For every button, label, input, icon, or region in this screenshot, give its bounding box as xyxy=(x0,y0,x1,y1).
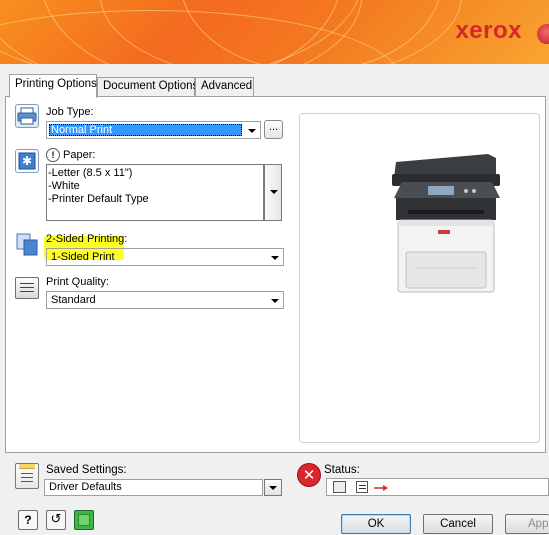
tab-label: Printing Options xyxy=(15,78,97,90)
job-type-label: Job Type: xyxy=(46,106,94,118)
paper-color-line: -White xyxy=(48,180,80,192)
paper-size-line: -Letter (8.5 x 11") xyxy=(48,167,133,179)
apply-button[interactable]: Apply xyxy=(505,514,549,534)
refresh-icon: ↺ xyxy=(50,512,62,527)
status-label: Status: xyxy=(324,464,360,476)
printer-image xyxy=(392,154,500,293)
restore-defaults-button[interactable]: ↺ xyxy=(46,510,66,530)
help-button[interactable]: ? xyxy=(18,510,38,530)
printer-status-icon xyxy=(333,481,346,493)
job-type-value: Normal Print xyxy=(51,124,113,136)
red-arrow-icon xyxy=(374,483,388,491)
print-quality-label: Print Quality: xyxy=(46,276,109,288)
tab-document-options[interactable]: Document Options xyxy=(97,77,199,97)
status-box[interactable] xyxy=(326,478,549,496)
chevron-down-icon xyxy=(271,256,279,260)
print-quality-icon xyxy=(15,277,39,299)
paper-label: Paper: xyxy=(63,149,96,161)
chevron-down-icon xyxy=(269,486,277,490)
paper-dropdown-button[interactable] xyxy=(264,164,282,221)
leaf-icon xyxy=(78,514,90,526)
saved-settings-value: Driver Defaults xyxy=(49,481,122,493)
two-sided-select[interactable]: 1-Sided Print xyxy=(46,248,284,266)
print-quality-value: Standard xyxy=(51,294,96,306)
tab-label: Document Options xyxy=(103,80,199,92)
paper-summary-box[interactable]: -Letter (8.5 x 11") -White -Printer Defa… xyxy=(46,164,264,221)
svg-text:✱: ✱ xyxy=(22,154,32,168)
chevron-down-icon xyxy=(270,190,278,194)
tab-advanced[interactable]: Advanced xyxy=(195,77,254,97)
error-x-icon: ✕ xyxy=(298,464,320,486)
two-sided-icon xyxy=(15,231,41,257)
printer-icon xyxy=(15,104,39,128)
saved-settings-label: Saved Settings: xyxy=(46,464,127,476)
printer-preview-pane xyxy=(299,113,540,443)
saved-settings-dropdown-button[interactable] xyxy=(264,479,282,496)
xerox-sphere-icon xyxy=(537,24,549,44)
tab-printing-options[interactable]: Printing Options xyxy=(9,74,97,98)
xerox-banner: xerox xyxy=(0,0,549,64)
job-list-icon xyxy=(356,481,368,493)
chevron-down-icon xyxy=(271,299,279,303)
saved-settings-select[interactable]: Driver Defaults xyxy=(44,479,263,496)
paper-type-line: -Printer Default Type xyxy=(48,193,149,205)
job-type-select[interactable]: Normal Print xyxy=(46,121,261,139)
xerox-logo: xerox xyxy=(455,17,522,44)
two-sided-label: 2-Sided Printing: xyxy=(46,233,128,245)
job-type-more-button[interactable]: ... xyxy=(264,120,283,139)
chevron-down-icon xyxy=(248,129,256,133)
tab-label: Advanced xyxy=(201,80,253,92)
cancel-button[interactable]: Cancel xyxy=(423,514,493,534)
print-quality-select[interactable]: Standard xyxy=(46,291,284,309)
earth-smart-button[interactable] xyxy=(74,510,94,530)
ok-button[interactable]: OK xyxy=(341,514,411,534)
info-icon: ! xyxy=(46,148,60,162)
two-sided-value: 1-Sided Print xyxy=(51,251,115,263)
paper-icon: ✱ xyxy=(15,149,39,173)
saved-settings-icon xyxy=(15,463,39,489)
